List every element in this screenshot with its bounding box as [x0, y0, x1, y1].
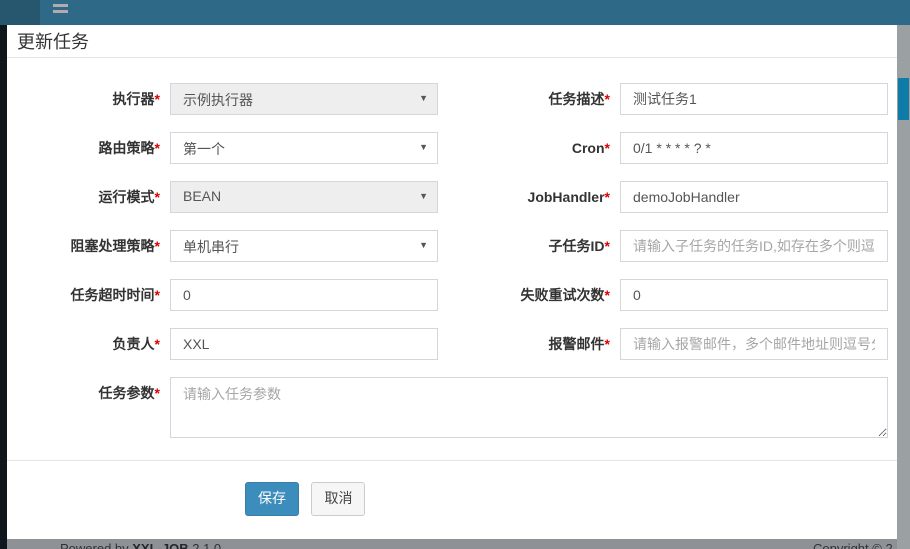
author-label: 负责人* [17, 328, 160, 360]
route-strategy-label: 路由策略* [17, 132, 160, 164]
job-param-label: 任务参数* [17, 377, 160, 438]
form-row: 执行器* 示例执行器 ▼ 任务描述* [17, 83, 897, 115]
required-mark: * [155, 336, 160, 352]
child-jobid-label: 子任务ID* [448, 230, 610, 262]
job-desc-input[interactable] [620, 83, 888, 115]
executor-select[interactable]: 示例执行器 ▼ [170, 83, 438, 115]
hamburger-menu-icon[interactable] [53, 4, 68, 20]
form-row: 负责人* 报警邮件* [17, 328, 897, 360]
required-mark: * [605, 238, 610, 254]
update-job-modal: 更新任务 执行器* 示例执行器 ▼ 任务描述* 路由策略* 第一个 ▼ Cron… [7, 25, 897, 539]
required-mark: * [155, 189, 160, 205]
form-row: 路由策略* 第一个 ▼ Cron* [17, 132, 897, 164]
page-footer: Powered by XXL-JOB 2.1.0 Copyright © 2 [7, 539, 897, 549]
powered-by-text: Powered by XXL-JOB 2.1.0 [60, 541, 221, 549]
author-input[interactable] [170, 328, 438, 360]
form-row: 任务参数* [17, 377, 897, 438]
sidebar-strip [0, 25, 7, 549]
executor-select-value: 示例执行器 [183, 92, 253, 108]
block-strategy-select[interactable]: 单机串行 ▼ [170, 230, 438, 262]
alarm-email-input[interactable] [620, 328, 888, 360]
form-row: 任务超时时间* 失败重试次数* [17, 279, 897, 311]
scrollbar-track[interactable] [897, 25, 910, 549]
required-mark: * [155, 140, 160, 156]
block-strategy-select-value: 单机串行 [183, 239, 239, 255]
scrollbar-thumb[interactable] [898, 78, 909, 120]
cron-input[interactable] [620, 132, 888, 164]
title-divider [7, 57, 897, 58]
required-mark: * [155, 287, 160, 303]
child-jobid-input[interactable] [620, 230, 888, 262]
brand-name: XXL-JOB [132, 541, 188, 549]
executor-label: 执行器* [17, 83, 160, 115]
required-mark: * [605, 140, 610, 156]
chevron-down-icon: ▼ [419, 142, 428, 152]
glue-type-select[interactable]: BEAN ▼ [170, 181, 438, 213]
fail-retry-label: 失败重试次数* [448, 279, 610, 311]
required-mark: * [605, 189, 610, 205]
alarm-email-label: 报警邮件* [448, 328, 610, 360]
timeout-label: 任务超时时间* [17, 279, 160, 311]
hamburger-bar [53, 10, 68, 13]
job-handler-input[interactable] [620, 181, 888, 213]
job-handler-label: JobHandler* [448, 181, 610, 213]
modal-button-row: 保存 取消 [245, 482, 897, 516]
navbar-logo-area [0, 0, 40, 25]
required-mark: * [605, 91, 610, 107]
job-param-textarea[interactable] [170, 377, 888, 438]
route-strategy-select-value: 第一个 [183, 141, 225, 157]
copyright-text: Copyright © 2 [813, 541, 893, 549]
required-mark: * [155, 238, 160, 254]
footer-divider [7, 460, 897, 461]
job-desc-label: 任务描述* [448, 83, 610, 115]
form-row: 运行模式* BEAN ▼ JobHandler* [17, 181, 897, 213]
hamburger-bar [53, 4, 68, 7]
chevron-down-icon: ▼ [419, 191, 428, 201]
chevron-down-icon: ▼ [419, 240, 428, 250]
update-job-form: 执行器* 示例执行器 ▼ 任务描述* 路由策略* 第一个 ▼ Cron* 运行模… [7, 83, 897, 438]
timeout-input[interactable] [170, 279, 438, 311]
glue-type-label: 运行模式* [17, 181, 160, 213]
cron-label: Cron* [448, 132, 610, 164]
fail-retry-input[interactable] [620, 279, 888, 311]
route-strategy-select[interactable]: 第一个 ▼ [170, 132, 438, 164]
required-mark: * [155, 91, 160, 107]
cancel-button[interactable]: 取消 [311, 482, 365, 516]
modal-title: 更新任务 [17, 32, 897, 53]
glue-type-select-value: BEAN [183, 188, 221, 204]
save-button[interactable]: 保存 [245, 482, 299, 516]
required-mark: * [605, 287, 610, 303]
chevron-down-icon: ▼ [419, 93, 428, 103]
required-mark: * [605, 336, 610, 352]
required-mark: * [155, 385, 160, 401]
top-navbar [0, 0, 910, 25]
block-strategy-label: 阻塞处理策略* [17, 230, 160, 262]
form-row: 阻塞处理策略* 单机串行 ▼ 子任务ID* [17, 230, 897, 262]
